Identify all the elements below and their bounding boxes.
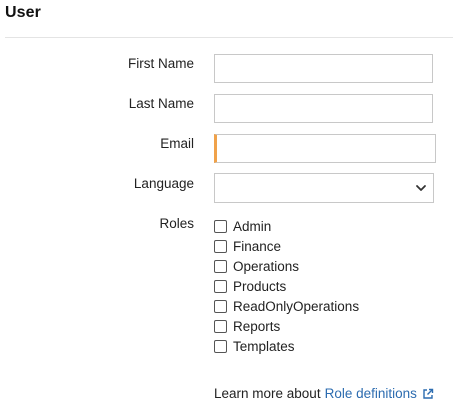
learn-more-row: Learn more about Role definitions: [214, 386, 434, 401]
page-title: User: [5, 4, 41, 21]
role-label: ReadOnlyOperations: [233, 298, 360, 314]
role-checkbox[interactable]: [214, 259, 227, 273]
roles-label: Roles: [159, 216, 194, 231]
role-label: Admin: [233, 218, 272, 234]
role-label: Reports: [233, 318, 281, 334]
role-checkbox[interactable]: [214, 279, 227, 293]
role-option-products[interactable]: Products: [214, 276, 359, 296]
role-checkbox[interactable]: [214, 219, 227, 233]
role-option-admin[interactable]: Admin: [214, 216, 359, 236]
role-option-reports[interactable]: Reports: [214, 316, 359, 336]
role-option-operations[interactable]: Operations: [214, 256, 359, 276]
role-label: Operations: [233, 258, 300, 274]
role-option-finance[interactable]: Finance: [214, 236, 359, 256]
first-name-input[interactable]: [214, 54, 433, 83]
chevron-down-icon: [416, 185, 426, 191]
role-label: Products: [233, 278, 287, 294]
role-option-templates[interactable]: Templates: [214, 336, 359, 356]
first-name-label: First Name: [127, 56, 194, 71]
language-select[interactable]: [214, 173, 434, 203]
role-checkbox[interactable]: [214, 239, 227, 253]
role-checkbox[interactable]: [214, 339, 227, 353]
last-name-label: Last Name: [128, 96, 194, 111]
learn-more-text: Learn more about: [214, 386, 321, 401]
header-divider: [5, 37, 453, 38]
last-name-input[interactable]: [214, 94, 433, 123]
role-label: Finance: [233, 238, 282, 254]
role-option-readonlyoperations[interactable]: ReadOnlyOperations: [214, 296, 359, 316]
language-label: Language: [133, 176, 194, 191]
email-label: Email: [160, 136, 194, 151]
external-link-icon[interactable]: [422, 388, 434, 400]
user-form-page: User First Name Last Name Email Language…: [0, 0, 453, 411]
role-definitions-link[interactable]: Role definitions: [325, 386, 417, 401]
role-checkbox[interactable]: [214, 299, 227, 313]
role-checkbox[interactable]: [214, 319, 227, 333]
role-label: Templates: [233, 338, 295, 354]
email-input[interactable]: [214, 134, 436, 163]
roles-checkbox-list: Admin Finance Operations Products ReadOn…: [214, 216, 359, 356]
